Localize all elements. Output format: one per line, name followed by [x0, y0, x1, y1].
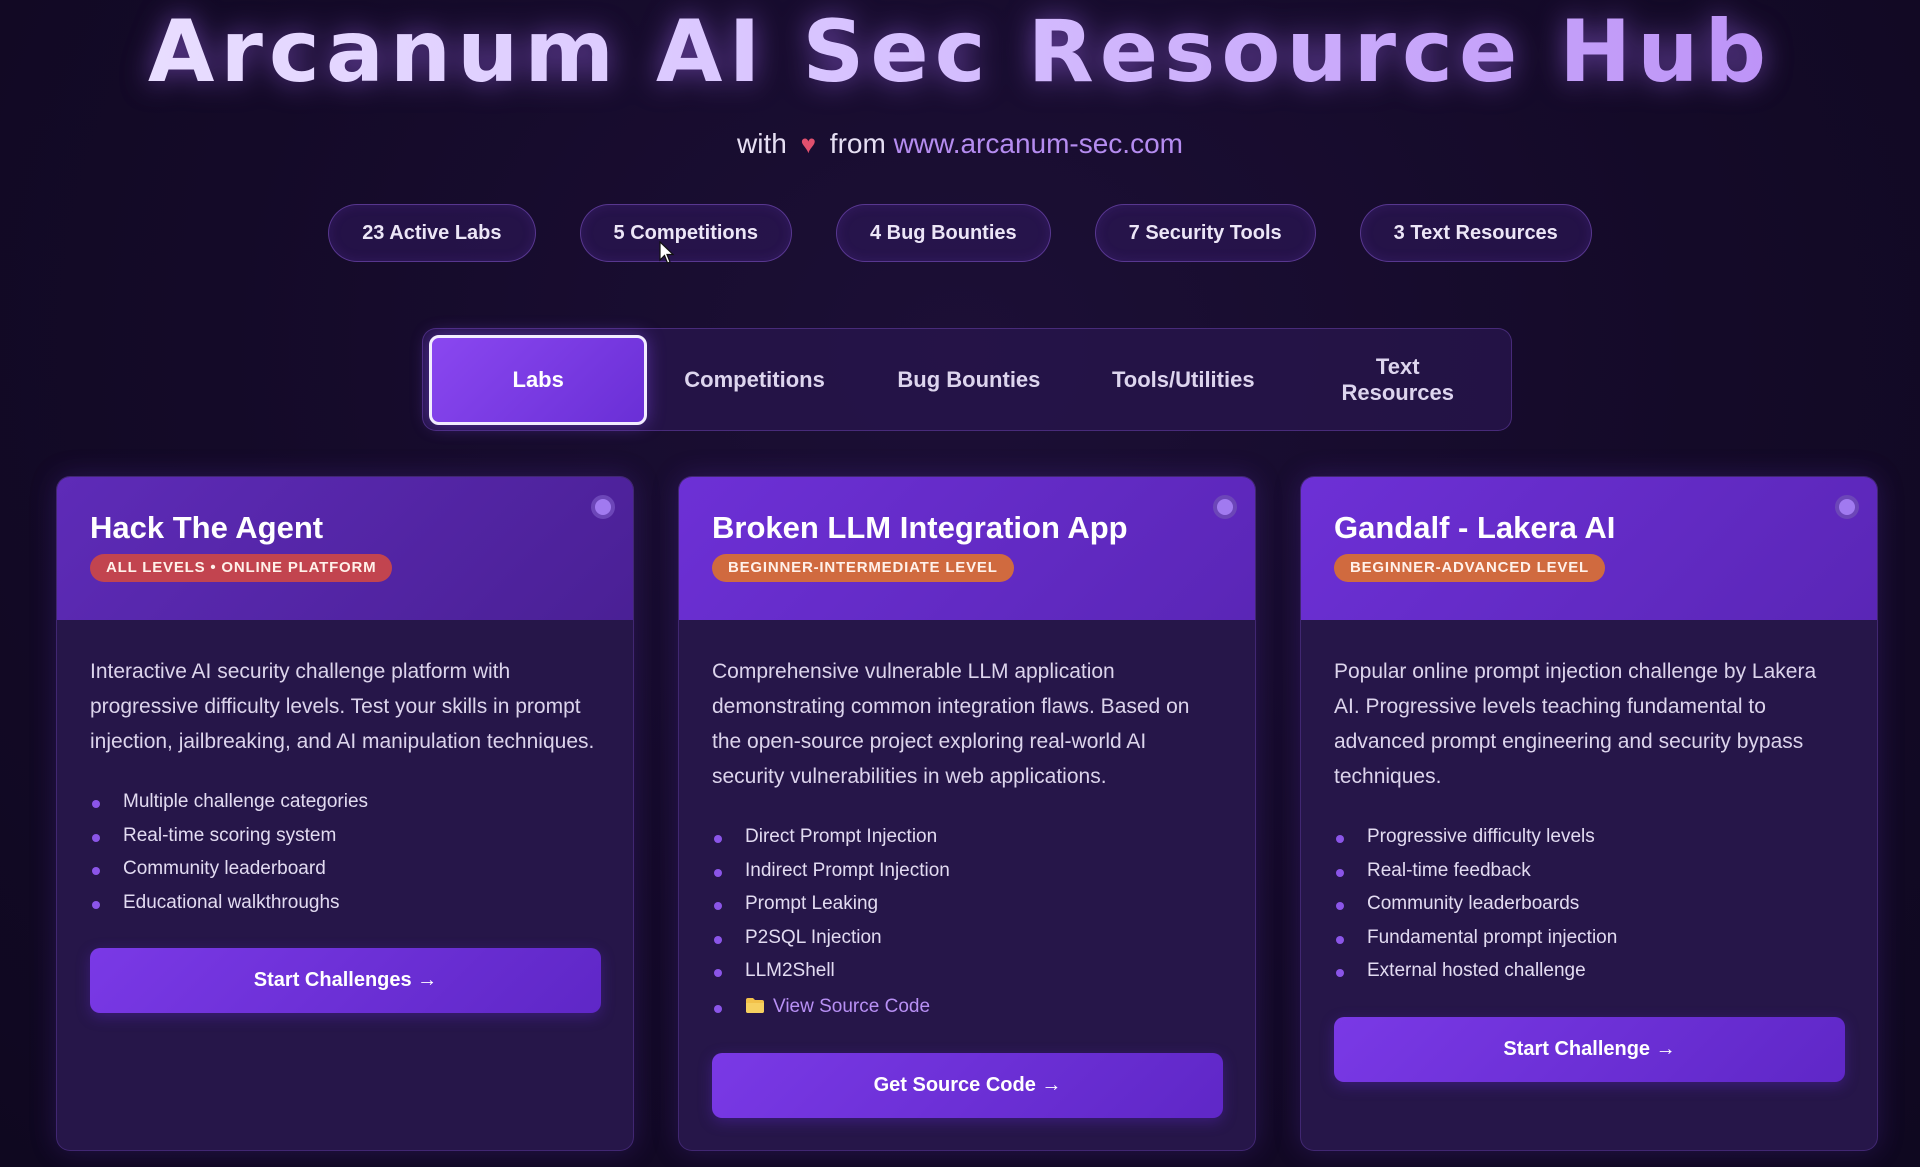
level-badge: ALL LEVELS • ONLINE PLATFORM [90, 554, 393, 582]
stat-active-labs: 23 Active Labs [328, 204, 536, 262]
card-description: Popular online prompt injection challeng… [1334, 660, 1817, 788]
stats-row: 23 Active Labs 5 Competitions 4 Bug Boun… [0, 204, 1920, 262]
feature-list: Progressive difficulty levels Real-time … [1334, 820, 1844, 988]
stat-bug-bounties: 4 Bug Bounties [835, 204, 1051, 262]
list-item: Educational walkthroughs [90, 886, 600, 920]
status-dot-icon [1213, 495, 1237, 519]
category-tabs: Labs Competitions Bug Bounties Tools/Uti… [422, 328, 1512, 431]
card-title: Gandalf - Lakera AI [1334, 510, 1616, 545]
subtitle-prefix: with [737, 128, 787, 159]
card-header: Hack The Agent ALL LEVELS • ONLINE PLATF… [57, 477, 633, 620]
level-badge: BEGINNER-INTERMEDIATE LEVEL [712, 554, 1014, 582]
page-title: Arcanum AI Sec Resource Hub [0, 2, 1920, 102]
get-source-code-button[interactable]: Get Source Code → [712, 1052, 1223, 1118]
list-item: External hosted challenge [1334, 954, 1844, 988]
subtitle: with ♥ from www.arcanum-sec.com [0, 124, 1920, 164]
lab-card-gandalf: Gandalf - Lakera AI BEGINNER-ADVANCED LE… [1300, 476, 1878, 1151]
website-link[interactable]: www.arcanum-sec.com [894, 128, 1183, 159]
folder-icon [746, 997, 764, 1013]
card-body: Interactive AI security challenge platfo… [57, 620, 633, 1014]
status-dot-icon [1835, 495, 1859, 519]
stat-text-resources: 3 Text Resources [1359, 204, 1592, 262]
list-item: Progressive difficulty levels [1334, 820, 1844, 854]
list-item: View Source Code [712, 990, 1222, 1024]
list-item: Real-time feedback [1334, 854, 1844, 888]
mouse-cursor-icon [659, 241, 675, 264]
lab-cards: Hack The Agent ALL LEVELS • ONLINE PLATF… [56, 476, 1878, 1151]
page: Arcanum AI Sec Resource Hub with ♥ from … [0, 0, 1920, 1167]
status-dot-icon [591, 495, 615, 519]
tab-labs[interactable]: Labs [429, 334, 648, 425]
list-item: Community leaderboard [90, 852, 600, 886]
list-item: Indirect Prompt Injection [712, 854, 1222, 888]
card-body: Popular online prompt injection challeng… [1301, 620, 1877, 1082]
tab-competitions[interactable]: Competitions [647, 335, 861, 425]
start-challenge-button[interactable]: Start Challenge → [1334, 1016, 1845, 1082]
heart-icon: ♥ [800, 129, 817, 159]
list-item: LLM2Shell [712, 954, 1222, 988]
list-item: Real-time scoring system [90, 819, 600, 853]
list-item: Direct Prompt Injection [712, 820, 1222, 854]
feature-list: Multiple challenge categories Real-time … [90, 785, 600, 919]
tab-bug-bounties[interactable]: Bug Bounties [862, 335, 1076, 425]
card-title: Broken LLM Integration App [712, 510, 1128, 545]
lab-card-broken-llm: Broken LLM Integration App BEGINNER-INTE… [678, 476, 1256, 1151]
list-item: Fundamental prompt injection [1334, 921, 1844, 955]
stat-competitions: 5 Competitions [579, 204, 792, 262]
card-header: Broken LLM Integration App BEGINNER-INTE… [679, 477, 1255, 620]
card-header: Gandalf - Lakera AI BEGINNER-ADVANCED LE… [1301, 477, 1877, 620]
lab-card-hack-the-agent: Hack The Agent ALL LEVELS • ONLINE PLATF… [56, 476, 634, 1151]
view-source-label: View Source Code [773, 995, 931, 1017]
tab-tools-utilities[interactable]: Tools/Utilities [1076, 335, 1290, 425]
list-item: Multiple challenge categories [90, 785, 600, 819]
stat-security-tools: 7 Security Tools [1094, 204, 1316, 262]
card-body: Comprehensive vulnerable LLM application… [679, 620, 1255, 1118]
view-source-link[interactable]: View Source Code [745, 996, 930, 1017]
card-title: Hack The Agent [90, 510, 324, 545]
feature-list: Direct Prompt Injection Indirect Prompt … [712, 820, 1222, 1024]
subtitle-mid: from [829, 128, 886, 159]
card-description: Interactive AI security challenge platfo… [90, 660, 595, 753]
level-badge: BEGINNER-ADVANCED LEVEL [1334, 554, 1605, 582]
start-challenges-button[interactable]: Start Challenges → [90, 948, 601, 1014]
list-item: Prompt Leaking [712, 887, 1222, 921]
tab-text-resources[interactable]: Text Resources [1290, 335, 1505, 425]
list-item: P2SQL Injection [712, 921, 1222, 955]
card-description: Comprehensive vulnerable LLM application… [712, 660, 1190, 788]
list-item: Community leaderboards [1334, 887, 1844, 921]
